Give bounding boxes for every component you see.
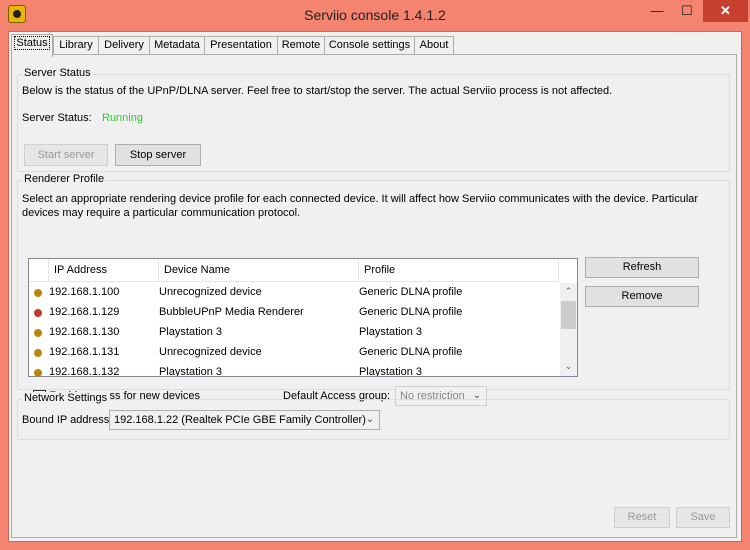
device-status-dot — [34, 329, 42, 337]
profile-cell[interactable]: Generic DLNA profile — [359, 343, 462, 363]
table-row[interactable]: 192.168.1.129 BubbleUPnP Media Renderer … — [29, 303, 560, 324]
profile-cell[interactable]: Generic DLNA profile — [359, 283, 462, 303]
stop-server-button[interactable]: Stop server — [115, 144, 201, 166]
bound-ip-label: Bound IP address: — [22, 414, 113, 426]
ip-cell: 192.168.1.130 — [49, 326, 120, 338]
server-status-title: Server Status — [22, 67, 93, 79]
device-cell: Playstation 3 — [159, 366, 222, 377]
renderer-profile-title: Renderer Profile — [22, 173, 107, 185]
device-cell: BubbleUPnP Media Renderer — [159, 306, 304, 318]
scroll-thumb[interactable] — [561, 301, 576, 329]
profile-cell[interactable]: Playstation 3 — [359, 363, 422, 376]
device-status-dot — [34, 349, 42, 357]
tab-status[interactable]: Status — [11, 34, 53, 57]
title-bar: Serviio console 1.4.1.2 — ☐ ✕ — [0, 0, 750, 31]
device-cell: Unrecognized device — [159, 286, 262, 298]
tab-presentation[interactable]: Presentation — [204, 36, 278, 55]
table-row[interactable]: 192.168.1.130 Playstation 3 Playstation … — [29, 323, 560, 344]
minimize-button[interactable]: — — [642, 0, 672, 22]
tab-console-settings[interactable]: Console settings — [324, 36, 415, 55]
network-settings-group: Network Settings Bound IP address: 192.1… — [17, 392, 730, 440]
tab-remote[interactable]: Remote — [277, 36, 325, 55]
table-row[interactable]: 192.168.1.132 Playstation 3 Playstation … — [29, 363, 560, 377]
ip-cell: 192.168.1.131 — [49, 346, 120, 358]
network-settings-title: Network Settings — [22, 392, 110, 404]
device-status-dot — [34, 369, 42, 376]
table-scrollbar[interactable]: ⌃ ⌄ — [560, 283, 577, 376]
refresh-button[interactable]: Refresh — [585, 257, 699, 278]
tab-about[interactable]: About — [414, 36, 454, 55]
renderer-table[interactable]: IP Address Device Name Profile 192.168.1… — [28, 258, 578, 377]
profile-cell[interactable]: Generic DLNA profile — [359, 303, 462, 323]
close-button[interactable]: ✕ — [703, 0, 748, 22]
tab-library[interactable]: Library — [53, 36, 99, 55]
chevron-down-icon: ⌄ — [365, 414, 375, 425]
ip-column-header[interactable]: IP Address — [49, 259, 159, 281]
client-area: Status Library Delivery Metadata Present… — [8, 31, 742, 542]
remove-button[interactable]: Remove — [585, 286, 699, 307]
status-tab-panel: Server Status Below is the status of the… — [11, 54, 737, 538]
window-title: Serviio console 1.4.1.2 — [304, 7, 446, 23]
ip-cell: 192.168.1.129 — [49, 306, 120, 318]
table-header: IP Address Device Name Profile — [29, 259, 559, 282]
table-row[interactable]: 192.168.1.131 Unrecognized device Generi… — [29, 343, 560, 364]
server-status-value: Running — [102, 112, 143, 124]
reset-button[interactable]: Reset — [614, 507, 670, 528]
ip-cell: 192.168.1.132 — [49, 366, 120, 377]
tab-delivery[interactable]: Delivery — [98, 36, 150, 55]
maximize-button[interactable]: ☐ — [673, 0, 701, 22]
scroll-up-icon[interactable]: ⌃ — [560, 286, 577, 297]
device-status-dot — [34, 309, 42, 317]
bound-ip-select[interactable]: 192.168.1.22 (Realtek PCIe GBE Family Co… — [109, 410, 380, 430]
server-status-label: Server Status: — [22, 112, 92, 124]
save-button[interactable]: Save — [676, 507, 730, 528]
renderer-description-line2: devices may require a particular communi… — [22, 207, 301, 219]
profile-column-header[interactable]: Profile — [359, 259, 559, 281]
server-status-description: Below is the status of the UPnP/DLNA ser… — [22, 85, 613, 97]
server-status-group: Server Status Below is the status of the… — [17, 67, 730, 172]
device-cell: Playstation 3 — [159, 326, 222, 338]
bound-ip-value: 192.168.1.22 (Realtek PCIe GBE Family Co… — [114, 414, 366, 426]
scroll-down-icon[interactable]: ⌄ — [560, 361, 577, 372]
profile-cell[interactable]: Playstation 3 — [359, 323, 422, 343]
renderer-description-line1: Select an appropriate rendering device p… — [22, 193, 699, 205]
device-column-header[interactable]: Device Name — [159, 259, 359, 281]
device-status-dot — [34, 289, 42, 297]
table-row[interactable]: 192.168.1.100 Unrecognized device Generi… — [29, 283, 560, 304]
device-cell: Unrecognized device — [159, 346, 262, 358]
status-column-header — [29, 259, 49, 281]
start-server-button[interactable]: Start server — [24, 144, 108, 166]
ip-cell: 192.168.1.100 — [49, 286, 120, 298]
tab-metadata[interactable]: Metadata — [149, 36, 205, 55]
tab-status-label: Status — [14, 36, 50, 50]
